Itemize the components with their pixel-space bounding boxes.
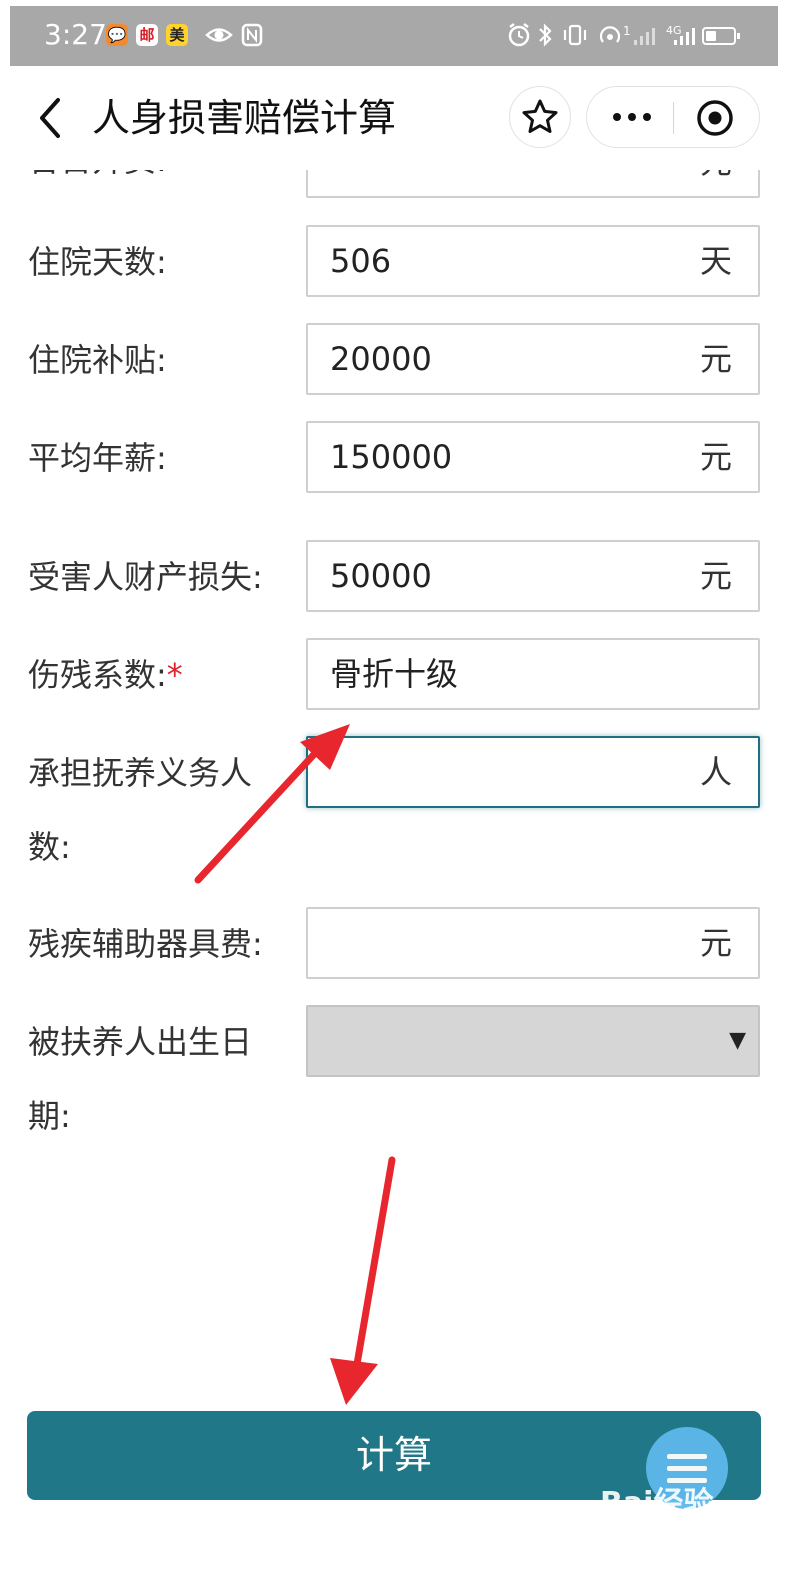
dependents-count-label-line1: 承担抚养义务人 [28,754,253,792]
vibrate-icon [563,24,587,46]
partial-input-field[interactable]: 元 [306,170,760,198]
status-bar: 3:27 💬 邮 美 1 4G [10,6,778,66]
hospital-days-input[interactable]: 506 天 [306,225,760,297]
signal-icon-1 [634,28,655,45]
property-loss-input[interactable]: 50000 元 [306,540,760,612]
row-label-partial: 合日开资: [28,170,167,196]
nfc-icon [241,23,263,47]
status-time: 3:27 [44,18,107,51]
mail-app-icon: 邮 [136,24,158,46]
assistive-device-fee-input[interactable]: 元 [306,907,760,979]
dependent-birthdate-select[interactable]: ▼ [306,1005,760,1077]
menu-icon-bar [667,1454,707,1459]
label-dependent-birthdate: 被扶养人出生日 期: [28,1006,252,1152]
alarm-icon [508,23,530,47]
battery-icon [702,27,740,45]
disability-coefficient-value: 骨折十级 [330,655,459,693]
capsule-divider [673,102,674,134]
eye-icon [205,28,233,42]
watermark-brand: Bai经验 [600,1486,714,1521]
label-disability-coefficient: 伤残系数:* [28,639,183,711]
average-salary-value: 150000 [330,438,453,476]
more-icon[interactable] [609,105,655,129]
watermark-url: jingyan.baidu.com [600,1524,720,1539]
dependents-count-input[interactable]: 人 [306,736,760,808]
label-dependents-count: 承担抚养义务人 数: [28,737,252,883]
back-chevron-icon[interactable] [30,92,70,144]
label-average-salary: 平均年薪: [28,439,167,477]
arrow-to-calculate-button [330,1156,396,1405]
page-title: 人身损害赔偿计算 [92,96,397,140]
menu-icon-bar [667,1466,707,1471]
hospital-allowance-value: 20000 [330,340,432,378]
bluetooth-icon [539,23,552,47]
unit-label: 元 [699,438,732,476]
star-icon [522,99,558,133]
hospital-days-value: 506 [330,242,392,280]
average-salary-input[interactable]: 150000 元 [306,421,760,493]
unit-label: 元 [699,924,732,962]
capsule-menu [586,86,760,148]
property-loss-value: 50000 [330,557,432,595]
scrolled-off-row: 合日开资: 元 [0,170,794,210]
unit-label: 元 [699,557,732,595]
unit-label: 元 [699,340,732,378]
nav-bar: 人身损害赔偿计算 [0,66,794,170]
unit-label: 人 [699,753,732,791]
hospital-allowance-input[interactable]: 20000 元 [306,323,760,395]
label-property-loss: 受害人财产损失: [28,558,263,596]
disability-coefficient-select[interactable]: 骨折十级 [306,638,760,710]
baidu-jingyan-watermark: Bai经验 jingyan.baidu.com [600,1478,770,1558]
dependent-birthdate-label-line1: 被扶养人出生日 [28,1023,253,1061]
signal-icon-2 [674,28,695,45]
close-miniprogram-icon[interactable] [695,98,735,138]
dependents-count-label-line2: 数: [28,828,71,866]
disability-coefficient-label-text: 伤残系数: [28,656,167,694]
required-mark: * [166,656,183,694]
label-hospital-allowance: 住院补贴: [28,341,167,379]
meituan-app-icon: 美 [166,24,188,46]
favorite-button[interactable] [509,86,571,148]
message-app-icon: 💬 [106,24,128,46]
hotspot-icon [599,26,621,43]
label-assistive-device-fee: 残疾辅助器具费: [28,925,263,963]
dependent-birthdate-label-line2: 期: [28,1097,71,1135]
unit-label: 天 [699,242,732,280]
unit-label: 元 [700,170,732,196]
dropdown-arrow-icon: ▼ [729,1028,746,1053]
label-hospital-days: 住院天数: [28,243,167,281]
